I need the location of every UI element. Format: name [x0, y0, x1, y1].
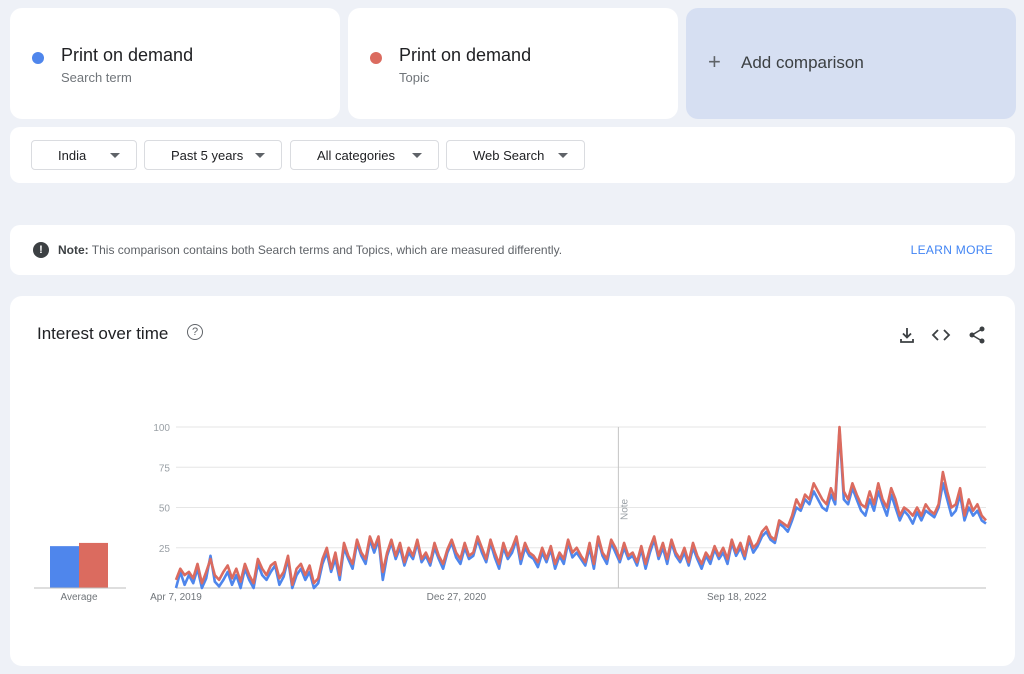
term-type: Search term — [61, 70, 132, 85]
region-value: India — [58, 147, 87, 163]
average-label: Average — [60, 592, 98, 603]
series-color-dot — [370, 52, 382, 64]
plus-icon: + — [708, 49, 721, 74]
caret-down-icon — [558, 153, 568, 158]
average-bar — [50, 546, 79, 588]
filters-bar: India Past 5 years All categories Web Se… — [10, 127, 1015, 183]
x-tick-label: Sep 18, 2022 — [707, 592, 767, 603]
add-comparison-label: Add comparison — [741, 53, 864, 72]
interest-chart: 100 75 50 25 Apr 7, 2019 Dec 27, 2020 Sep 18, … — [34, 423, 987, 603]
average-bar — [79, 542, 108, 588]
y-tick-label: 100 — [153, 423, 170, 434]
x-tick-label: Dec 27, 2020 — [427, 592, 487, 603]
x-tick-label: Apr 7, 2019 — [150, 592, 202, 603]
annotation-label: Note — [619, 498, 630, 520]
search-type-select[interactable]: Web Search — [446, 140, 585, 170]
note-bar: ! Note: This comparison contains both Se… — [10, 225, 1015, 275]
caret-down-icon — [110, 153, 120, 158]
term-name: Print on demand — [399, 45, 532, 65]
term-type: Topic — [399, 70, 430, 85]
learn-more-link[interactable]: LEARN MORE — [911, 243, 993, 257]
note-label: Note: — [58, 243, 89, 257]
caret-down-icon — [255, 153, 265, 158]
category-select[interactable]: All categories — [290, 140, 439, 170]
time-range-select[interactable]: Past 5 years — [144, 140, 282, 170]
note-text: Note: This comparison contains both Sear… — [58, 243, 562, 257]
search-type-value: Web Search — [473, 147, 545, 163]
y-tick-label: 25 — [159, 544, 171, 555]
series-color-dot — [32, 52, 44, 64]
category-value: All categories — [317, 147, 396, 163]
interest-over-time-panel: Interest over time ? 100 75 50 25 Apr 7, 201… — [10, 296, 1015, 666]
time-range-value: Past 5 years — [171, 147, 244, 163]
add-comparison-button[interactable]: + Add comparison — [686, 8, 1016, 119]
series-line-search-term — [174, 428, 987, 590]
term-card-topic[interactable]: Print on demand Topic — [348, 8, 678, 119]
y-tick-label: 75 — [159, 463, 171, 474]
region-select[interactable]: India — [31, 140, 137, 170]
caret-down-icon — [412, 153, 422, 158]
term-card-search-term[interactable]: Print on demand Search term — [10, 8, 340, 119]
y-tick-label: 50 — [159, 504, 171, 515]
note-message: This comparison contains both Search ter… — [91, 243, 563, 257]
term-name: Print on demand — [61, 45, 194, 65]
exclamation-icon: ! — [33, 242, 49, 258]
